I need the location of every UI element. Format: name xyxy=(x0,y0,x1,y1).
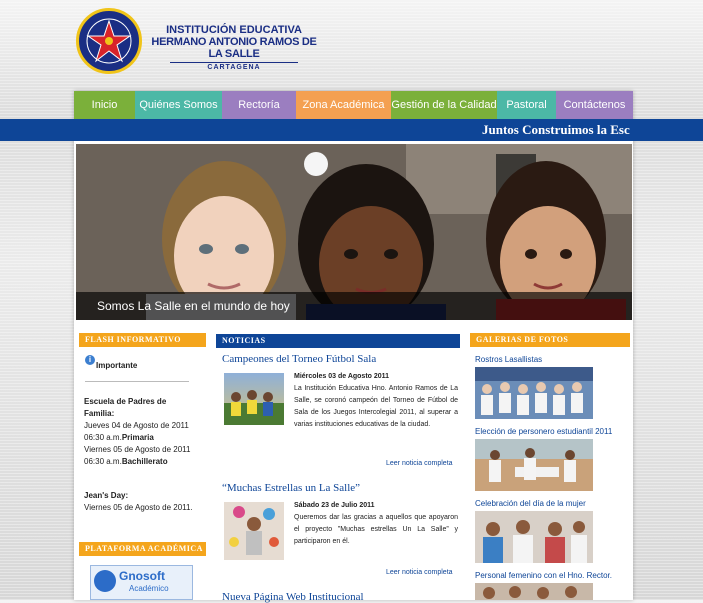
gallery-label-1[interactable]: Rostros Lasallistas xyxy=(475,355,542,364)
info-icon: i xyxy=(85,355,95,365)
jeans-date: Viernes 05 de Agosto de 2011. xyxy=(84,503,193,512)
padres-date-2: Viernes 05 de Agosto de 2011 xyxy=(84,445,191,454)
tab-quienes-somos[interactable]: Quiénes Somos xyxy=(135,91,222,119)
tab-pastoral[interactable]: Pastoral xyxy=(497,91,556,119)
important-label: Importante xyxy=(96,361,138,370)
gallery-photo-1 xyxy=(475,367,593,415)
news-title-1[interactable]: Campeones del Torneo Fútbol Sala xyxy=(222,353,376,365)
news-photo-1 xyxy=(224,390,284,425)
jeans-title: Jean's Day: xyxy=(84,491,129,500)
padres-time-2: 06:30 a.m.Bachillerato xyxy=(84,456,206,468)
flash-heading: FLASH INFORMATIVO xyxy=(79,333,206,347)
hero-caption: Somos La Salle en el mundo de hoy xyxy=(97,299,290,313)
tab-rectoria[interactable]: Rectoría xyxy=(222,91,296,119)
tab-gestion-calidad[interactable]: Gestión de la Calidad xyxy=(391,91,497,119)
time-2: 06:30 a.m. xyxy=(84,457,122,466)
padres-time-1: 06:30 a.m.Primaria xyxy=(84,432,206,444)
gallery-photo-2 xyxy=(475,439,593,482)
flash-content: Escuela de Padres de Familia: Jueves 04 … xyxy=(84,396,206,468)
gallery-label-4[interactable]: Personal femenino con el Hno. Rector. xyxy=(475,571,612,580)
news-image-2[interactable] xyxy=(224,502,284,560)
news-image-1[interactable] xyxy=(224,373,284,425)
slogan-banner: Juntos Construimos la Esc xyxy=(0,119,703,141)
institution-line2: HERMANO ANTONIO RAMOS DE LA SALLE xyxy=(151,36,317,60)
institution-city: CARTAGENA xyxy=(170,62,298,73)
gallery-photo-3 xyxy=(483,520,587,563)
gnosoft-icon xyxy=(94,570,116,592)
gallery-thumb-4[interactable] xyxy=(475,583,593,600)
main-nav: Inicio Quiénes Somos Rectoría Zona Acadé… xyxy=(74,91,633,119)
tab-zona-academica[interactable]: Zona Académica xyxy=(296,91,391,119)
padres-title: Escuela de Padres de xyxy=(84,397,167,406)
gallery-label-2[interactable]: Elección de personero estudiantil 2011 xyxy=(475,427,612,436)
read-more-link-2[interactable]: Leer noticia completa xyxy=(386,569,453,576)
news-text-1: La Institución Educativa Hno. Antonio Ra… xyxy=(294,385,458,428)
gnosoft-logo[interactable]: Gnosoft Académico xyxy=(90,565,193,600)
plataforma-heading: PLATAFORMA ACADÉMICA xyxy=(79,542,206,556)
slogan-text: Juntos Construimos la Esc xyxy=(482,122,630,137)
tab-contactenos[interactable]: Contáctenos xyxy=(556,91,633,119)
news-title-3[interactable]: Nueva Página Web Institucional xyxy=(222,591,364,603)
time-1: 06:30 a.m. xyxy=(84,433,122,442)
gallery-photo-4 xyxy=(483,586,577,599)
news-body-1: Miércoles 03 de Agosto 2011 La Instituci… xyxy=(294,371,458,431)
tab-inicio[interactable]: Inicio xyxy=(74,91,135,119)
hero-slideshow[interactable]: Somos La Salle en el mundo de hoy xyxy=(76,144,632,320)
padres-date-1: Jueves 04 de Agosto de 2011 xyxy=(84,421,189,430)
news-title-2[interactable]: “Muchas Estrellas un La Salle” xyxy=(222,482,360,494)
gnosoft-sub: Académico xyxy=(129,584,169,593)
gnosoft-name: Gnosoft xyxy=(119,569,165,583)
divider xyxy=(85,381,189,382)
news-date-2: Sábado 23 de Julio 2011 xyxy=(294,502,375,509)
hero-caption-bar: Somos La Salle en el mundo de hoy xyxy=(76,292,632,320)
institution-line1: INSTITUCIÓN EDUCATIVA xyxy=(166,24,302,36)
gallery-thumb-2[interactable] xyxy=(475,439,593,491)
news-date-1: Miércoles 03 de Agosto 2011 xyxy=(294,373,390,380)
news-body-2: Sábado 23 de Julio 2011 Queremos dar las… xyxy=(294,500,458,548)
news-heading: NOTICIAS xyxy=(216,334,460,348)
level-1: Primaria xyxy=(121,433,154,442)
level-2: Bachillerato xyxy=(121,457,168,466)
read-more-link-1[interactable]: Leer noticia completa xyxy=(386,460,453,467)
padres-title-2: Familia: xyxy=(84,409,115,418)
gallery-thumb-1[interactable] xyxy=(475,367,593,419)
institution-logo[interactable] xyxy=(76,8,142,74)
gallery-label-3[interactable]: Celebración del día de la mujer xyxy=(475,499,586,508)
institution-name: INSTITUCIÓN EDUCATIVA HERMANO ANTONIO RA… xyxy=(148,24,320,73)
logo-star-icon xyxy=(86,18,132,64)
news-text-2: Queremos dar las gracias a aquellos que … xyxy=(294,514,458,545)
jeans-day: Jean's Day: Viernes 05 de Agosto de 2011… xyxy=(84,490,193,514)
gallery-heading: GALERIAS DE FOTOS xyxy=(470,333,630,347)
gallery-thumb-3[interactable] xyxy=(475,511,593,563)
news-photo-2 xyxy=(229,506,279,555)
